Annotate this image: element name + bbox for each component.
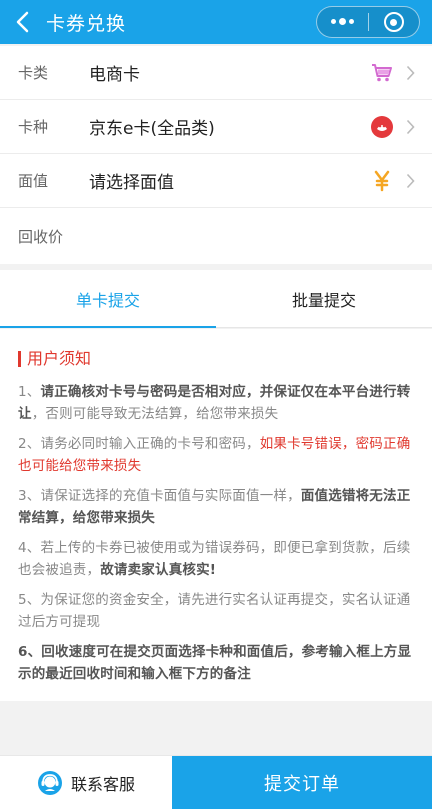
tab-single-card[interactable]: 单卡提交 [0, 270, 216, 328]
notice-item: 5、为保证您的资金安全，请先进行实名认证再提交，实名认证通过后方可提现 [18, 592, 411, 630]
card-type-label: 卡类 [18, 64, 49, 82]
close-mini-program-button[interactable] [368, 7, 419, 37]
card-type-value: 电商卡 [89, 65, 140, 85]
submit-order-button[interactable]: 提交订单 [172, 756, 432, 809]
page-title: 卡券兑换 [46, 12, 127, 35]
notice-item: 4、若上传的卡券已被使用或为错误券码，即便已拿到货款，后续也会被追责，故请卖家认… [18, 540, 411, 578]
face-value-row[interactable]: 面值 请选择面值 [0, 154, 432, 208]
recycle-price-row: 回收价 [0, 208, 432, 264]
shopping-cart-icon [370, 61, 394, 85]
notice-item: 1、请正确核对卡号与密码是否相对应，并保证仅在本平台进行转让，否则可能导致无法结… [18, 384, 411, 422]
face-value-label: 面值 [18, 172, 49, 190]
back-button[interactable] [0, 0, 44, 44]
chevron-right-icon [406, 119, 415, 135]
card-kind-row[interactable]: 卡种 京东e卡(全品类) [0, 100, 432, 154]
more-dots-icon [330, 18, 354, 25]
target-circle-icon [383, 12, 404, 32]
contact-service-label: 联系客服 [70, 774, 135, 794]
notice-item: 2、请务必同时输入正确的卡号和密码，如果卡号错误，密码正确也可能给您带来损失 [18, 436, 411, 474]
card-type-row[interactable]: 卡类 电商卡 [0, 46, 432, 100]
mini-program-capsule [316, 6, 420, 38]
card-form: 卡类 电商卡 卡种 京东e卡(全品类) 面值 请选择面值 回收价 [0, 46, 432, 264]
user-notice: 用户须知 1、请正确核对卡号与密码是否相对应，并保证仅在本平台进行转让，否则可能… [0, 329, 432, 701]
recycle-price-label: 回收价 [18, 227, 64, 246]
submit-mode-tabs: 单卡提交 批量提交 [0, 270, 432, 328]
chevron-right-icon [406, 173, 415, 189]
customer-service-icon [37, 770, 62, 795]
app-header: 卡券兑换 [0, 0, 432, 44]
tab-batch[interactable]: 批量提交 [216, 270, 432, 327]
back-arrow-icon [16, 11, 29, 33]
card-kind-value: 京东e卡(全品类) [89, 119, 215, 139]
chevron-right-icon [406, 65, 415, 81]
notice-item: 3、请保证选择的充值卡面值与实际面值一样，面值选错将无法正常结算，给您带来损失 [18, 488, 411, 526]
notice-title: 用户须知 [18, 351, 416, 367]
face-value-placeholder: 请选择面值 [89, 173, 174, 193]
yen-icon [370, 169, 394, 193]
contact-service-button[interactable]: 联系客服 [0, 756, 172, 809]
more-menu-button[interactable] [317, 7, 368, 37]
jd-logo-icon [370, 115, 394, 139]
bottom-action-bar: 联系客服 提交订单 [0, 755, 432, 809]
notice-item: 6、回收速度可在提交页面选择卡种和面值后，参考输入框上方显示的最近回收时间和输入… [18, 644, 412, 682]
card-kind-label: 卡种 [18, 118, 49, 136]
